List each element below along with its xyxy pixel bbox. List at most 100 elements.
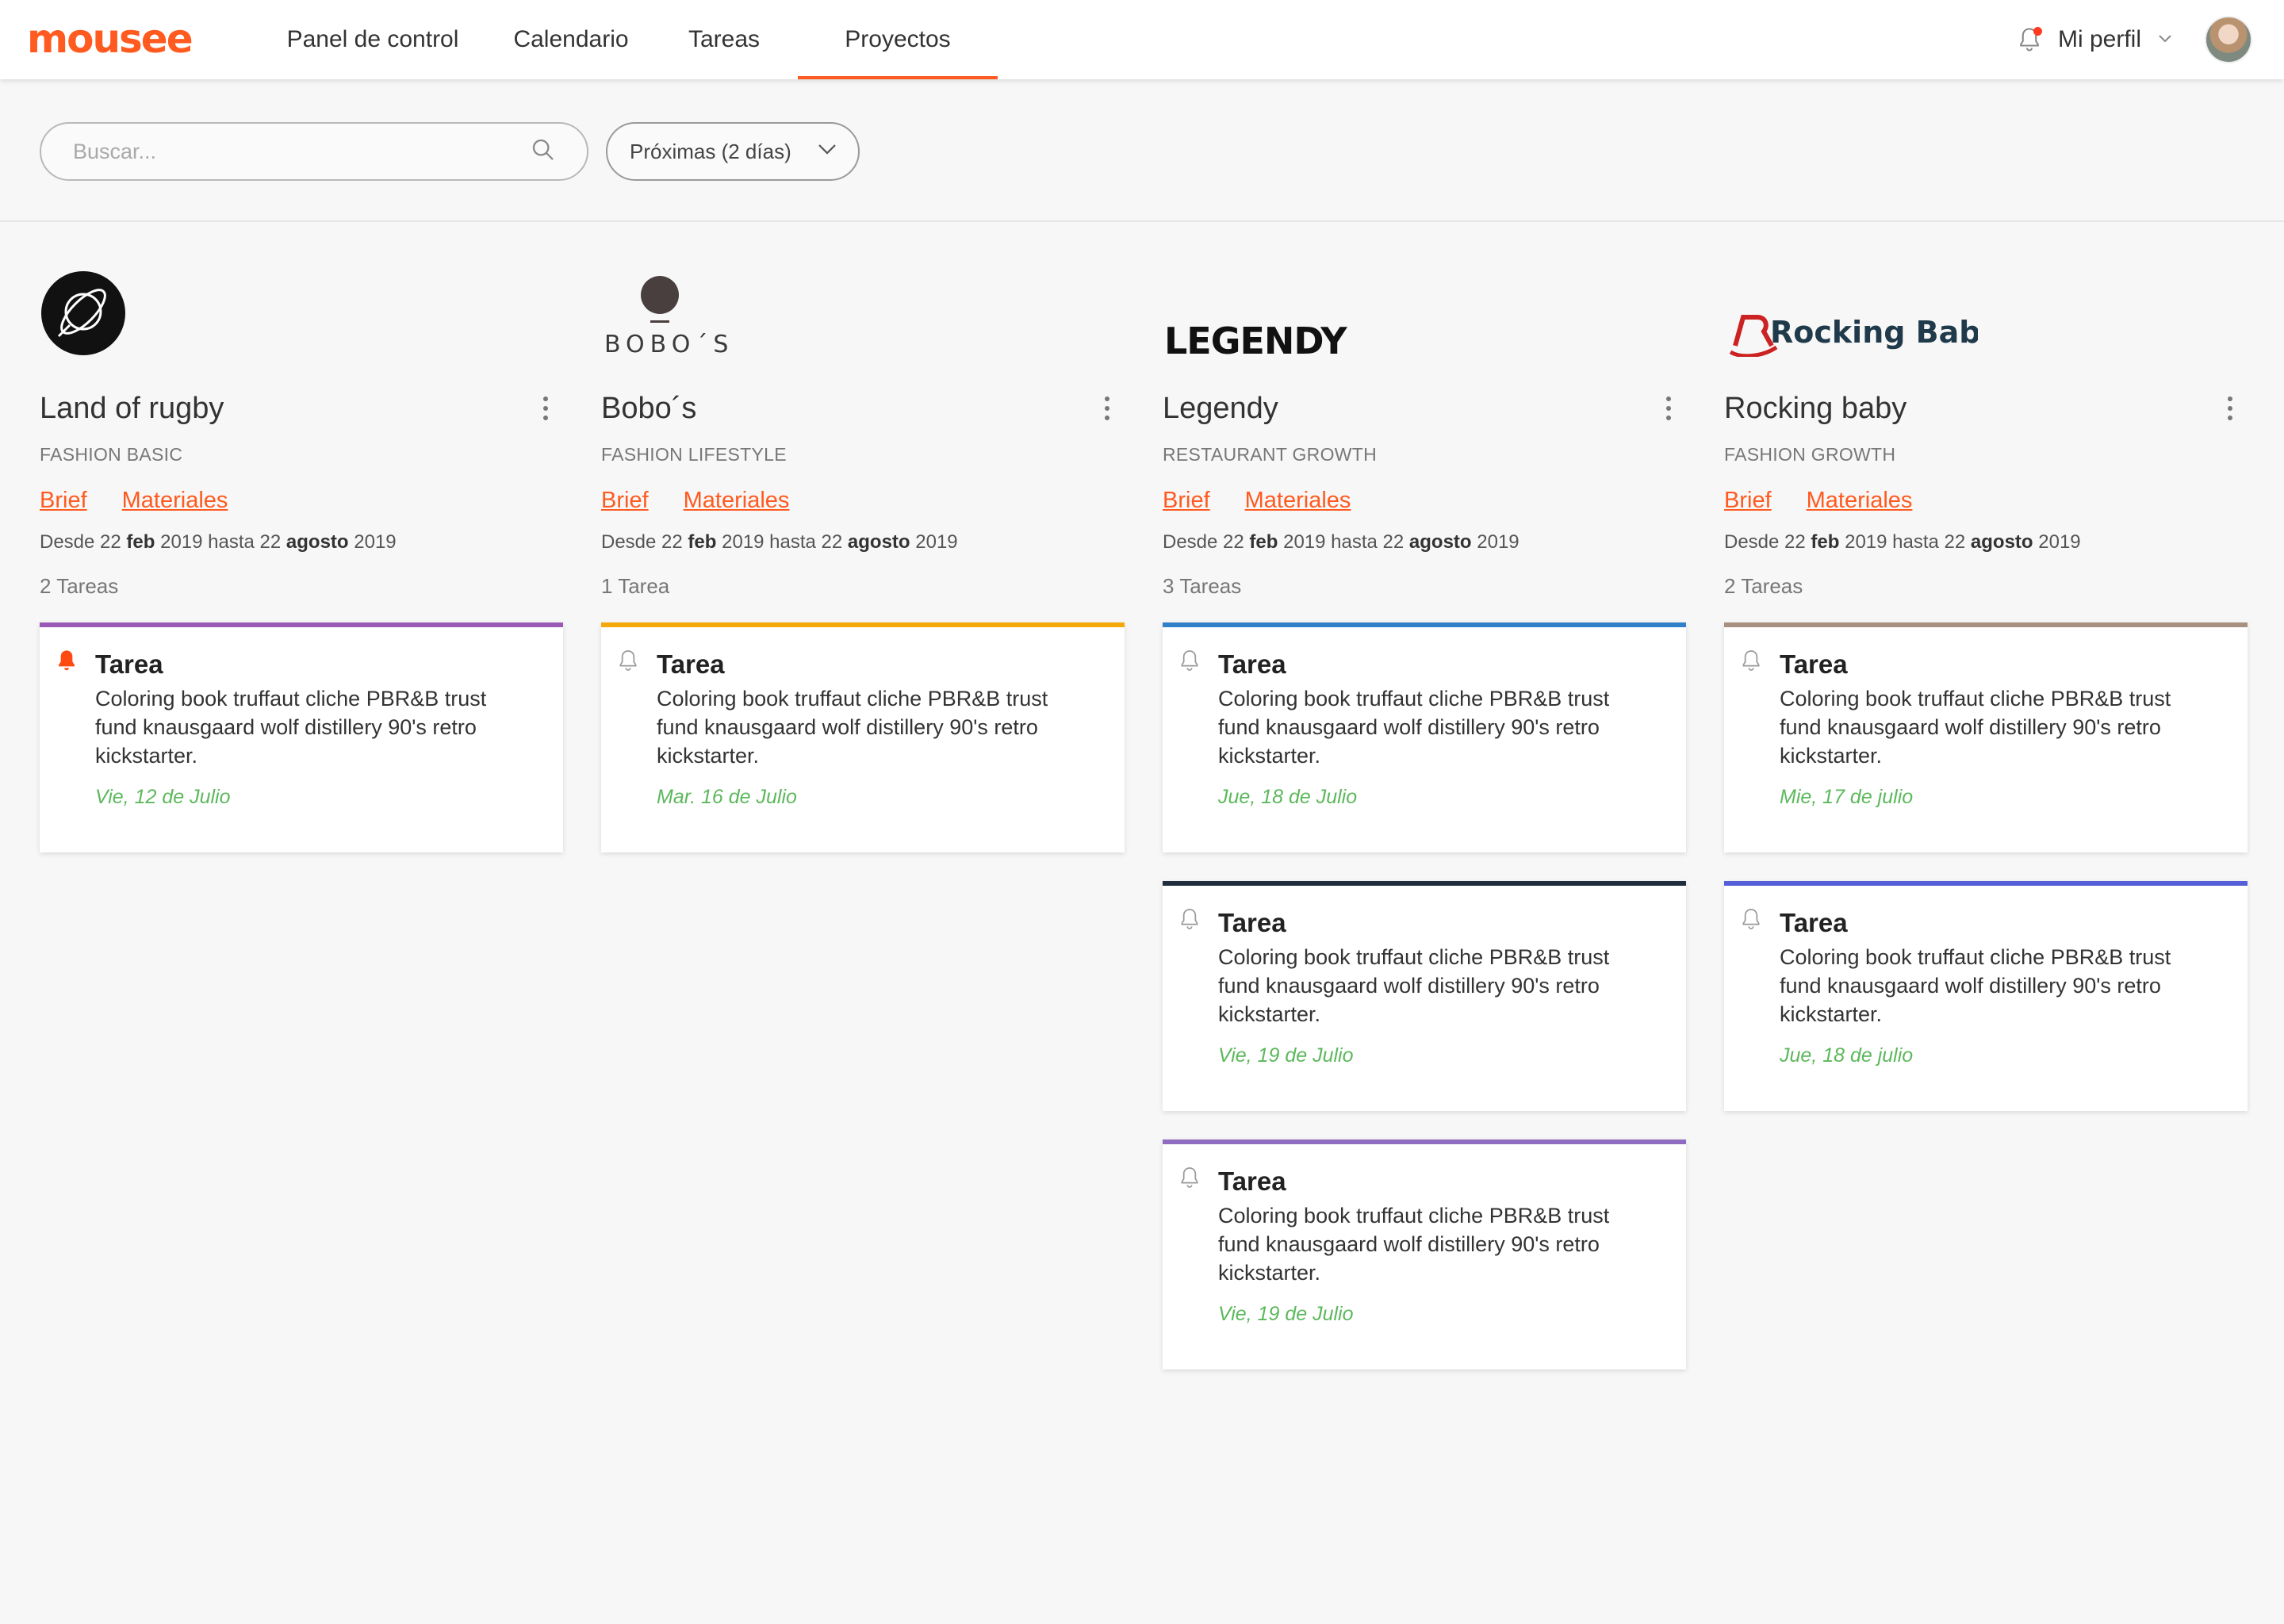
project-column-legendy: LEGENDY Legendy RESTAURANT GROWTH Brief … (1163, 270, 1686, 1369)
task-title: Tarea (1218, 1166, 1286, 1196)
task-description: Coloring book truffaut cliche PBR&B trus… (95, 687, 487, 768)
bell-icon[interactable] (1738, 906, 1764, 932)
task-date: Vie, 19 de Julio (1218, 1303, 1354, 1325)
task-title: Tarea (95, 649, 163, 679)
bell-alert-icon[interactable] (54, 648, 79, 673)
task-description: Coloring book truffaut cliche PBR&B trus… (1780, 687, 2171, 768)
task-title: Tarea (657, 649, 725, 679)
project-title[interactable]: Rocking baby (1724, 389, 2248, 428)
task-title: Tarea (1780, 649, 1848, 679)
top-navigation-bar: mousee Panel de control Calendario Tarea… (0, 0, 2284, 79)
brief-link[interactable]: Brief (1163, 488, 1210, 514)
main-nav: Panel de control Calendario Tareas Proye… (254, 0, 998, 79)
bobos-logo: BOBO´S (604, 276, 728, 358)
task-count: 3 Tareas (1163, 574, 1242, 598)
project-links: Brief Materiales (1724, 488, 2248, 514)
task-date: Mar. 16 de Julio (657, 786, 797, 808)
task-description: Coloring book truffaut cliche PBR&B trus… (1218, 945, 1610, 1026)
bell-icon[interactable] (1177, 648, 1202, 673)
chevron-down-icon (815, 137, 839, 167)
materiales-link[interactable]: Materiales (122, 488, 228, 514)
project-logo (40, 270, 563, 357)
project-links: Brief Materiales (40, 488, 563, 514)
task-count: 2 Tareas (40, 574, 119, 598)
user-avatar[interactable] (2205, 16, 2252, 63)
task-card[interactable]: Tarea Coloring book truffaut cliche PBR&… (1163, 881, 1686, 1111)
project-logo: Rocking Baby (1724, 270, 2248, 358)
task-title: Tarea (1218, 649, 1286, 679)
task-date: Vie, 19 de Julio (1218, 1044, 1354, 1067)
chevron-down-icon[interactable] (2156, 29, 2175, 52)
date-filter-value: Próximas (2 días) (630, 139, 791, 163)
more-options-icon[interactable] (530, 393, 561, 424)
project-category: FASHION GROWTH (1724, 444, 1896, 465)
task-description: Coloring book truffaut cliche PBR&B trus… (1780, 945, 2171, 1026)
project-dates: Desde 22 feb 2019 hasta 22 agosto 2019 (601, 531, 958, 553)
nav-calendario[interactable]: Calendario (492, 0, 650, 79)
task-date: Mie, 17 de julio (1780, 786, 1914, 808)
project-title[interactable]: Legendy (1163, 389, 1686, 428)
svg-text:BOBO´S: BOBO´S (604, 331, 728, 357)
brief-link[interactable]: Brief (40, 488, 87, 514)
project-category: FASHION LIFESTYLE (601, 444, 787, 465)
more-options-icon[interactable] (1091, 393, 1123, 424)
brief-link[interactable]: Brief (601, 488, 649, 514)
task-count: 1 Tarea (601, 574, 670, 598)
notifications-bell-icon[interactable] (2015, 25, 2044, 54)
profile-menu-label[interactable]: Mi perfil (2058, 26, 2141, 53)
task-title: Tarea (1218, 908, 1286, 937)
nav-proyectos[interactable]: Proyectos (798, 0, 998, 79)
project-title[interactable]: Land of rugby (40, 389, 563, 428)
task-description: Coloring book truffaut cliche PBR&B trus… (1218, 1204, 1610, 1285)
date-filter-dropdown[interactable]: Próximas (2 días) (606, 122, 860, 181)
project-links: Brief Materiales (601, 488, 1125, 514)
nav-tareas[interactable]: Tareas (650, 0, 798, 79)
legendy-logo: LEGENDY (1164, 320, 1348, 362)
task-title: Tarea (1780, 908, 1848, 937)
task-description: Coloring book truffaut cliche PBR&B trus… (1218, 687, 1610, 768)
materiales-link[interactable]: Materiales (1807, 488, 1913, 514)
task-count: 2 Tareas (1724, 574, 1803, 598)
task-date: Vie, 12 de Julio (95, 786, 231, 808)
project-title[interactable]: Bobo´s (601, 389, 1125, 428)
project-column-bobos: BOBO´S Bobo´s FASHION LIFESTYLE Brief Ma… (601, 270, 1125, 852)
task-card[interactable]: Tarea Coloring book truffaut cliche PBR&… (40, 622, 563, 852)
nav-panel-de-control[interactable]: Panel de control (254, 0, 492, 79)
task-date: Jue, 18 de Julio (1218, 786, 1358, 808)
search-icon[interactable] (530, 136, 557, 167)
search-box (40, 122, 588, 181)
bell-icon[interactable] (615, 648, 641, 673)
profile-area: Mi perfil (2015, 0, 2252, 79)
project-links: Brief Materiales (1163, 488, 1686, 514)
task-card[interactable]: Tarea Coloring book truffaut cliche PBR&… (1163, 1139, 1686, 1369)
materiales-link[interactable]: Materiales (684, 488, 790, 514)
filter-bar: Próximas (2 días) (0, 79, 2284, 222)
task-card[interactable]: Tarea Coloring book truffaut cliche PBR&… (1163, 622, 1686, 852)
task-card[interactable]: Tarea Coloring book truffaut cliche PBR&… (1724, 622, 2248, 852)
task-card[interactable]: Tarea Coloring book truffaut cliche PBR&… (1724, 881, 2248, 1111)
search-input[interactable] (73, 139, 530, 164)
brief-link[interactable]: Brief (1724, 488, 1772, 514)
task-card[interactable]: Tarea Coloring book truffaut cliche PBR&… (601, 622, 1125, 852)
more-options-icon[interactable] (1653, 393, 1684, 424)
task-date: Jue, 18 de julio (1780, 1044, 1914, 1067)
project-column-land-of-rugby: Land of rugby FASHION BASIC Brief Materi… (40, 270, 563, 852)
planet-logo-icon (41, 271, 125, 355)
project-category: RESTAURANT GROWTH (1163, 444, 1378, 465)
svg-text:Rocking Baby: Rocking Baby (1770, 315, 1978, 350)
rocking-baby-logo: Rocking Baby (1729, 315, 2000, 358)
more-options-icon[interactable] (2214, 393, 2246, 424)
materiales-link[interactable]: Materiales (1245, 488, 1351, 514)
project-logo: BOBO´S (601, 270, 1125, 358)
project-logo: LEGENDY (1163, 270, 1686, 362)
project-category: FASHION BASIC (40, 444, 183, 465)
svg-text:LEGENDY: LEGENDY (1164, 320, 1347, 357)
bell-icon[interactable] (1177, 906, 1202, 932)
project-dates: Desde 22 feb 2019 hasta 22 agosto 2019 (40, 531, 397, 553)
bell-icon[interactable] (1177, 1165, 1202, 1190)
mousee-logo[interactable]: mousee (27, 19, 194, 59)
project-column-rocking-baby: Rocking Baby Rocking baby FASHION GROWTH… (1724, 270, 2248, 1111)
project-dates: Desde 22 feb 2019 hasta 22 agosto 2019 (1724, 531, 2081, 553)
bell-icon[interactable] (1738, 648, 1764, 673)
task-description: Coloring book truffaut cliche PBR&B trus… (657, 687, 1048, 768)
